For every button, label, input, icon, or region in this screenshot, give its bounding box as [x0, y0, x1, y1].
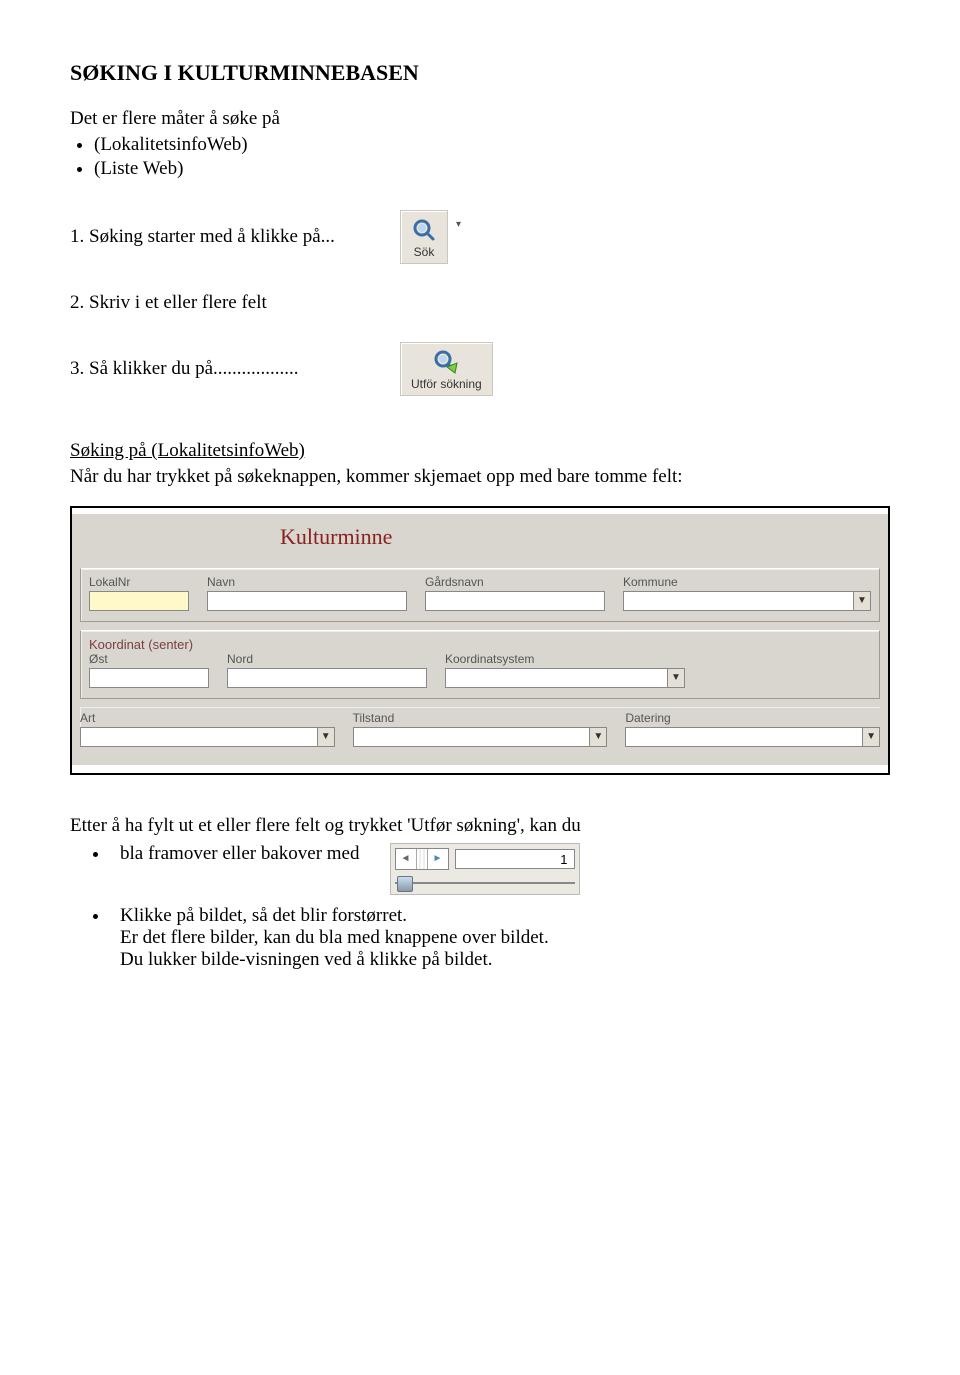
record-slider[interactable]: [395, 876, 575, 890]
ost-input[interactable]: [89, 668, 209, 688]
chevron-down-icon: ▼: [589, 728, 606, 746]
method-list: (LokalitetsinfoWeb) (Liste Web): [70, 134, 890, 180]
legend-koordinat: Koordinat (senter): [89, 637, 871, 652]
label-ost: Øst: [89, 652, 209, 666]
search-execute-icon: [433, 349, 459, 375]
kulturminne-form: Kulturminne LokalNr Navn Gårdsnavn Kommu…: [72, 514, 888, 765]
chevron-down-icon: ▼: [853, 592, 870, 610]
step-1-text: 1. Søking starter med å klikke på...: [70, 226, 370, 248]
group-koordinat: Koordinat (senter) Øst Nord Koordinatsys…: [80, 630, 880, 699]
form-screenshot-frame: Kulturminne LokalNr Navn Gårdsnavn Kommu…: [70, 506, 890, 775]
list-item: (LokalitetsinfoWeb): [94, 134, 890, 156]
nav-prev-button[interactable]: ◄: [396, 849, 416, 869]
label-lokalnr: LokalNr: [89, 575, 189, 589]
nav-separator: [416, 849, 428, 869]
gardsnavn-input[interactable]: [425, 591, 605, 611]
section-heading: Søking på (LokalitetsinfoWeb): [70, 440, 890, 462]
label-gardsnavn: Gårdsnavn: [425, 575, 605, 589]
list-item: (Liste Web): [94, 158, 890, 180]
label-kommune: Kommune: [623, 575, 871, 589]
after-form-text: Etter å ha fylt ut et eller flere felt o…: [70, 815, 890, 837]
navn-input[interactable]: [207, 591, 407, 611]
bullet-2a: Klikke på bildet, så det blir forstørret…: [120, 905, 407, 926]
group-identity: LokalNr Navn Gårdsnavn Kommune ▼: [80, 568, 880, 622]
intro-text: Det er flere måter å søke på: [70, 108, 890, 130]
step-row-1: 1. Søking starter med å klikke på... Sök: [70, 210, 890, 264]
bullet-2c: Du lukker bilde-visningen ved å klikke p…: [120, 949, 493, 970]
slider-thumb[interactable]: [397, 876, 413, 892]
list-item: Klikke på bildet, så det blir forstørret…: [110, 905, 890, 971]
step-row-3: 3. Så klikker du på.................. Ut…: [70, 342, 890, 396]
slider-track: [395, 882, 575, 884]
sok-button[interactable]: Sök: [400, 210, 448, 264]
actions-list: bla framover eller bakover med ◄ ► 1 Kli…: [70, 843, 890, 971]
label-nord: Nord: [227, 652, 427, 666]
search-icon: [411, 217, 437, 243]
label-navn: Navn: [207, 575, 407, 589]
nav-next-button[interactable]: ►: [428, 849, 448, 869]
kommune-select[interactable]: ▼: [623, 591, 871, 611]
label-tilstand: Tilstand: [353, 711, 608, 725]
step-row-2: 2. Skriv i et eller flere felt: [70, 292, 890, 314]
record-navigator: ◄ ► 1: [390, 843, 580, 895]
step-2-text: 2. Skriv i et eller flere felt: [70, 292, 370, 314]
lokalnr-input[interactable]: [89, 591, 189, 611]
utfor-sokning-button[interactable]: Utför sökning: [400, 342, 493, 396]
label-koordsys: Koordinatsystem: [445, 652, 685, 666]
art-select[interactable]: ▼: [80, 727, 335, 747]
chevron-down-icon: ▼: [667, 669, 684, 687]
bullet-1-text: bla framover eller bakover med: [120, 843, 360, 865]
nord-input[interactable]: [227, 668, 427, 688]
label-art: Art: [80, 711, 335, 725]
page-number-display[interactable]: 1: [455, 849, 575, 869]
list-item: bla framover eller bakover med ◄ ► 1: [110, 843, 890, 895]
utfor-label: Utför sökning: [411, 377, 482, 391]
koordinatsystem-select[interactable]: ▼: [445, 668, 685, 688]
bullet-2b: Er det flere bilder, kan du bla med knap…: [120, 927, 549, 948]
group-art: Art ▼ Tilstand ▼ Datering ▼: [80, 707, 880, 747]
label-datering: Datering: [625, 711, 880, 725]
form-title: Kulturminne: [280, 524, 880, 550]
tilstand-select[interactable]: ▼: [353, 727, 608, 747]
section-subtext: Når du har trykket på søkeknappen, komme…: [70, 466, 890, 488]
chevron-down-icon: ▼: [862, 728, 879, 746]
page-title: SØKING I KULTURMINNEBASEN: [70, 60, 890, 86]
step-3-text: 3. Så klikker du på..................: [70, 358, 370, 380]
nav-buttons: ◄ ►: [395, 848, 449, 870]
sok-label: Sök: [414, 245, 435, 259]
datering-select[interactable]: ▼: [625, 727, 880, 747]
chevron-down-icon: ▼: [317, 728, 334, 746]
